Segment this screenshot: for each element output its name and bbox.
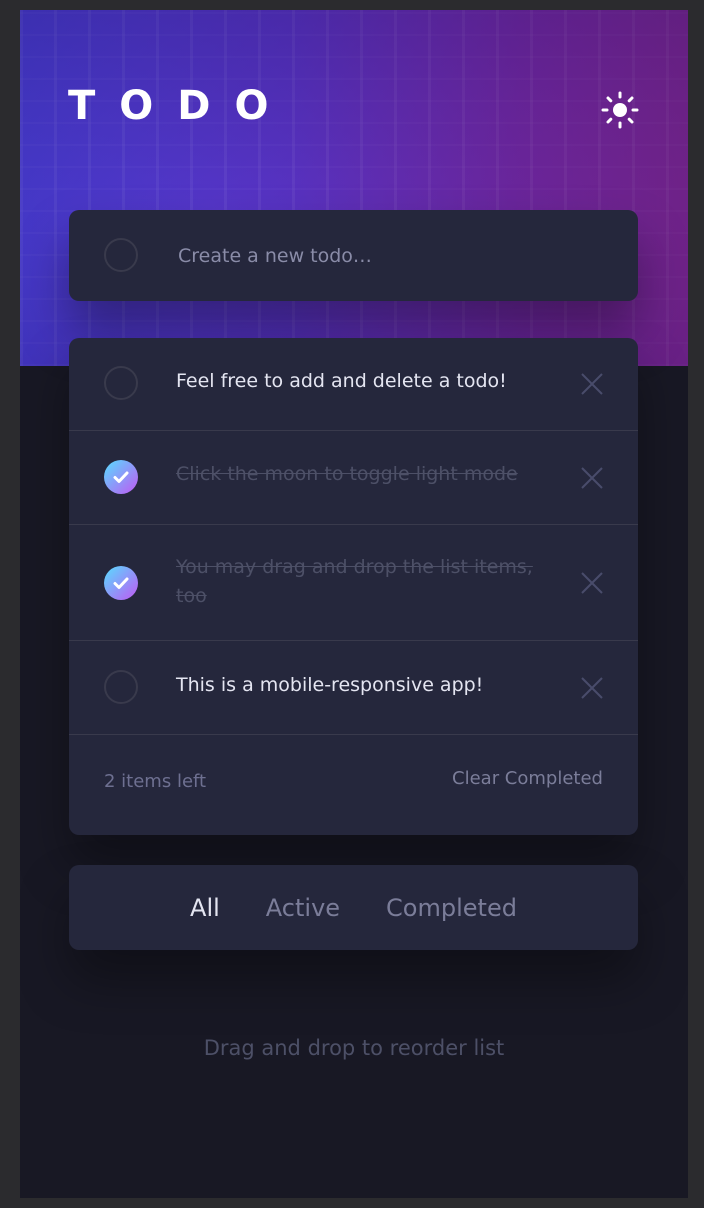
todo-checkbox[interactable] [104, 566, 138, 600]
close-icon [581, 373, 603, 395]
check-icon [113, 577, 129, 589]
app-frame: TODO Feel free to add and delete a todo! [20, 10, 688, 1198]
delete-todo-button[interactable] [580, 676, 604, 700]
close-icon [581, 677, 603, 699]
check-icon [113, 471, 129, 483]
delete-todo-button[interactable] [580, 571, 604, 595]
close-icon [581, 572, 603, 594]
todo-checkbox[interactable] [104, 460, 138, 494]
items-left-count: 2 items left [104, 771, 207, 792]
list-footer: 2 items left Clear Completed [69, 735, 638, 835]
todo-item[interactable]: Feel free to add and delete a todo! [69, 338, 638, 431]
theme-toggle-button[interactable] [600, 90, 640, 130]
clear-completed-button[interactable]: Clear Completed [452, 768, 603, 789]
filter-completed-button[interactable]: Completed [378, 894, 525, 922]
todo-list: Feel free to add and delete a todo! Clic… [69, 338, 638, 835]
todo-checkbox[interactable] [104, 366, 138, 400]
close-icon [581, 467, 603, 489]
todo-text: Click the moon to toggle light mode [176, 463, 518, 485]
todo-checkbox[interactable] [104, 670, 138, 704]
new-todo-form [69, 210, 638, 301]
new-todo-input[interactable] [176, 232, 610, 280]
delete-todo-button[interactable] [580, 466, 604, 490]
filter-active-button[interactable]: Active [258, 894, 348, 922]
delete-todo-button[interactable] [580, 372, 604, 396]
drag-drop-hint: Drag and drop to reorder list [203, 1036, 505, 1060]
filter-all-button[interactable]: All [182, 894, 228, 922]
sun-icon [601, 91, 639, 129]
new-todo-check-circle[interactable] [104, 238, 138, 272]
todo-item[interactable]: This is a mobile-responsive app! [69, 641, 638, 735]
todo-text: Feel free to add and delete a todo! [176, 370, 507, 392]
filter-bar: All Active Completed [69, 865, 638, 950]
todo-item[interactable]: Click the moon to toggle light mode [69, 431, 638, 525]
app-title: TODO [68, 83, 293, 129]
todo-text: This is a mobile-responsive app! [176, 674, 484, 696]
header-background-image [20, 10, 688, 366]
todo-text: You may drag and drop the list items, to… [176, 556, 533, 607]
todo-item[interactable]: You may drag and drop the list items, to… [69, 525, 638, 641]
